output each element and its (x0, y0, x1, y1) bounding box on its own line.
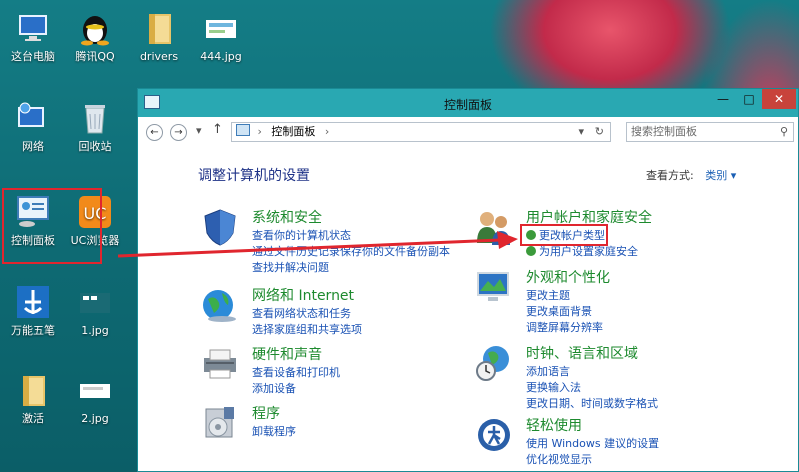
annotation-arrow (117, 231, 518, 258)
